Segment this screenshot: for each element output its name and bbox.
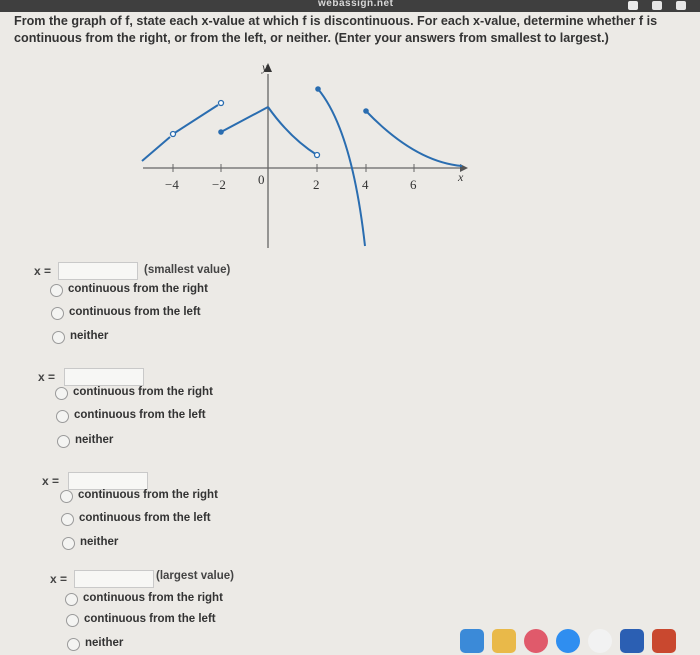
open-point — [313, 151, 321, 159]
app-store-icon[interactable] — [556, 629, 580, 653]
x-tick-label: 0 — [258, 172, 265, 187]
option-label: continuous from the left — [79, 512, 211, 524]
smallest-value-note: (smallest value) — [144, 264, 231, 276]
x-label: x = — [42, 474, 60, 488]
option-label: continuous from the right — [83, 592, 223, 604]
option-label: neither — [70, 330, 109, 342]
curve-segment — [220, 106, 269, 133]
radio-button[interactable] — [50, 284, 63, 297]
function-graph: y x −4 −2 0 2 4 6 — [141, 60, 468, 248]
powerpoint-icon[interactable] — [652, 629, 676, 653]
radio-button[interactable] — [55, 387, 68, 400]
y-axis-label: y — [261, 60, 268, 74]
x-tick-label: 4 — [362, 177, 369, 192]
radio-button[interactable] — [51, 307, 64, 320]
closed-point — [363, 108, 369, 114]
x-label: x = — [50, 572, 68, 586]
radio-button[interactable] — [60, 490, 73, 503]
word-icon[interactable] — [620, 629, 644, 653]
curve-segment — [365, 110, 463, 167]
radio-button[interactable] — [57, 435, 70, 448]
x-label: x = — [34, 264, 52, 278]
option-label: neither — [85, 637, 124, 649]
x-value-input-3[interactable] — [68, 472, 148, 490]
option-label: continuous from the left — [74, 409, 206, 421]
closed-point — [315, 86, 321, 92]
x-tick-label: −4 — [165, 177, 179, 192]
curve-segment — [267, 106, 318, 156]
x-value-input-2[interactable] — [64, 368, 144, 386]
x-tick-label: −2 — [212, 177, 226, 192]
curve-segment — [141, 136, 171, 162]
dock — [440, 625, 700, 655]
option-label: continuous from the right — [78, 489, 218, 501]
open-point — [217, 99, 225, 107]
radio-button[interactable] — [61, 513, 74, 526]
curve-segment — [172, 104, 219, 135]
open-point — [169, 130, 177, 138]
finder-icon[interactable] — [460, 629, 484, 653]
largest-value-note: (largest value) — [156, 570, 234, 582]
radio-button[interactable] — [52, 331, 65, 344]
option-label: continuous from the left — [69, 306, 201, 318]
radio-button[interactable] — [56, 410, 69, 423]
option-label: neither — [75, 434, 114, 446]
photos-icon[interactable] — [588, 629, 612, 653]
option-label: continuous from the right — [68, 283, 208, 295]
x-axis-label: x — [457, 170, 464, 184]
radio-button[interactable] — [67, 638, 80, 651]
x-value-input-4[interactable] — [74, 570, 154, 588]
x-tick-label: 2 — [313, 177, 320, 192]
x-value-input-1[interactable] — [58, 262, 138, 280]
option-label: continuous from the left — [84, 613, 216, 625]
option-label: continuous from the right — [73, 386, 213, 398]
radio-button[interactable] — [66, 614, 79, 627]
radio-button[interactable] — [65, 593, 78, 606]
x-tick-label: 6 — [410, 177, 417, 192]
radio-button[interactable] — [62, 537, 75, 550]
music-icon[interactable] — [524, 629, 548, 653]
notes-icon[interactable] — [492, 629, 516, 653]
option-label: neither — [80, 536, 119, 548]
closed-point — [218, 129, 224, 135]
x-label: x = — [38, 370, 56, 384]
